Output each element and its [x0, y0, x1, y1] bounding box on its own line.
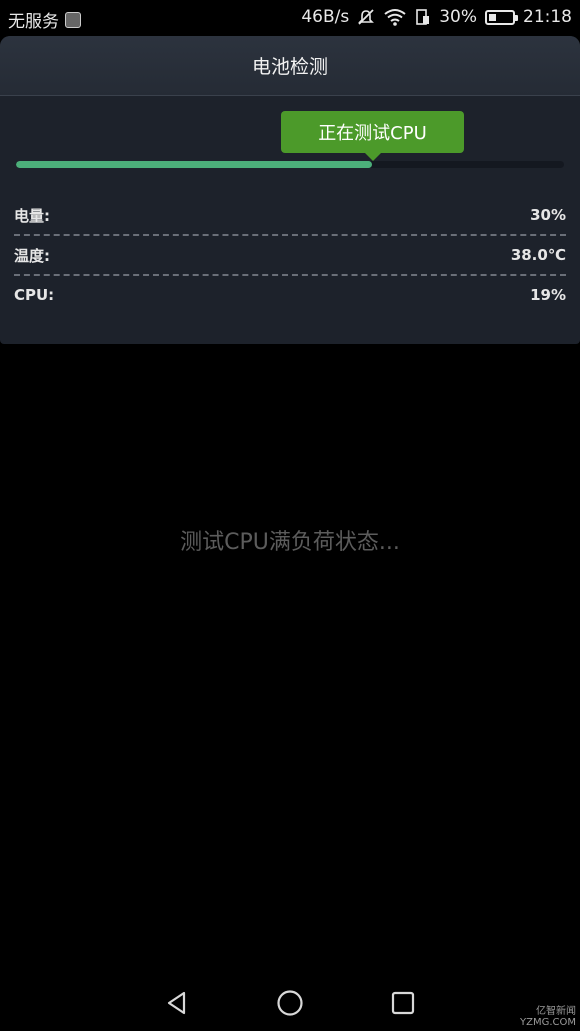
stat-row-battery: 电量: 30%	[14, 196, 566, 234]
carrier-text: 无服务	[8, 12, 59, 32]
stat-label-cpu: CPU:	[14, 286, 55, 304]
watermark-sub: YZMG.COM	[520, 1017, 576, 1028]
home-button[interactable]	[270, 983, 310, 1023]
progress-label: 正在测试CPU	[318, 123, 427, 144]
status-bar: 无服务 46B/s 30% 21:18	[0, 0, 580, 36]
sim-icon	[65, 11, 81, 28]
battery-percent: 30%	[439, 7, 477, 27]
nav-bar	[0, 975, 580, 1031]
progress-bar	[16, 161, 564, 168]
panel-title: 电池检测	[251, 56, 328, 78]
wifi-icon	[384, 9, 406, 26]
watermark: 亿智新闻 YZMG.COM	[520, 1006, 576, 1028]
progress-tooltip: 正在测试CPU	[281, 111, 464, 161]
back-button[interactable]	[157, 983, 197, 1023]
progress-fill	[16, 161, 373, 168]
recents-button[interactable]	[383, 983, 423, 1023]
status-right: 46B/s 30% 21:18	[301, 7, 572, 27]
stat-value-temperature: 38.0℃	[510, 246, 566, 264]
stat-row-temperature: 温度: 38.0℃	[14, 236, 566, 274]
stat-row-cpu: CPU: 19%	[14, 276, 566, 314]
panel-header: 电池检测	[0, 36, 580, 96]
home-icon	[277, 990, 303, 1016]
network-speed: 46B/s	[301, 7, 350, 27]
back-icon	[167, 991, 185, 1015]
recents-icon	[392, 991, 415, 1015]
screen: 无服务 46B/s 30% 21:18 电池检测 正在测试CPU 电量: 30%…	[0, 0, 580, 1031]
battery-test-panel: 电池检测 正在测试CPU 电量: 30% 温度: 38.0℃ CPU: 19%	[0, 36, 580, 344]
clock: 21:18	[523, 7, 572, 27]
stat-label-temperature: 温度:	[14, 246, 50, 265]
progress-area: 正在测试CPU	[0, 96, 580, 196]
battery-icon	[485, 9, 518, 25]
stat-value-cpu: 19%	[530, 286, 566, 304]
watermark-text: 亿智新闻	[536, 1006, 576, 1017]
stat-label-battery: 电量:	[14, 206, 50, 225]
stat-value-battery: 30%	[530, 206, 566, 224]
stats-list: 电量: 30% 温度: 38.0℃ CPU: 19%	[0, 196, 580, 314]
data-icon	[416, 9, 430, 25]
mute-icon	[358, 9, 375, 25]
battery-fill	[489, 13, 496, 21]
status-left: 无服务	[8, 7, 81, 32]
status-message: 测试CPU满负荷状态...	[180, 530, 400, 555]
